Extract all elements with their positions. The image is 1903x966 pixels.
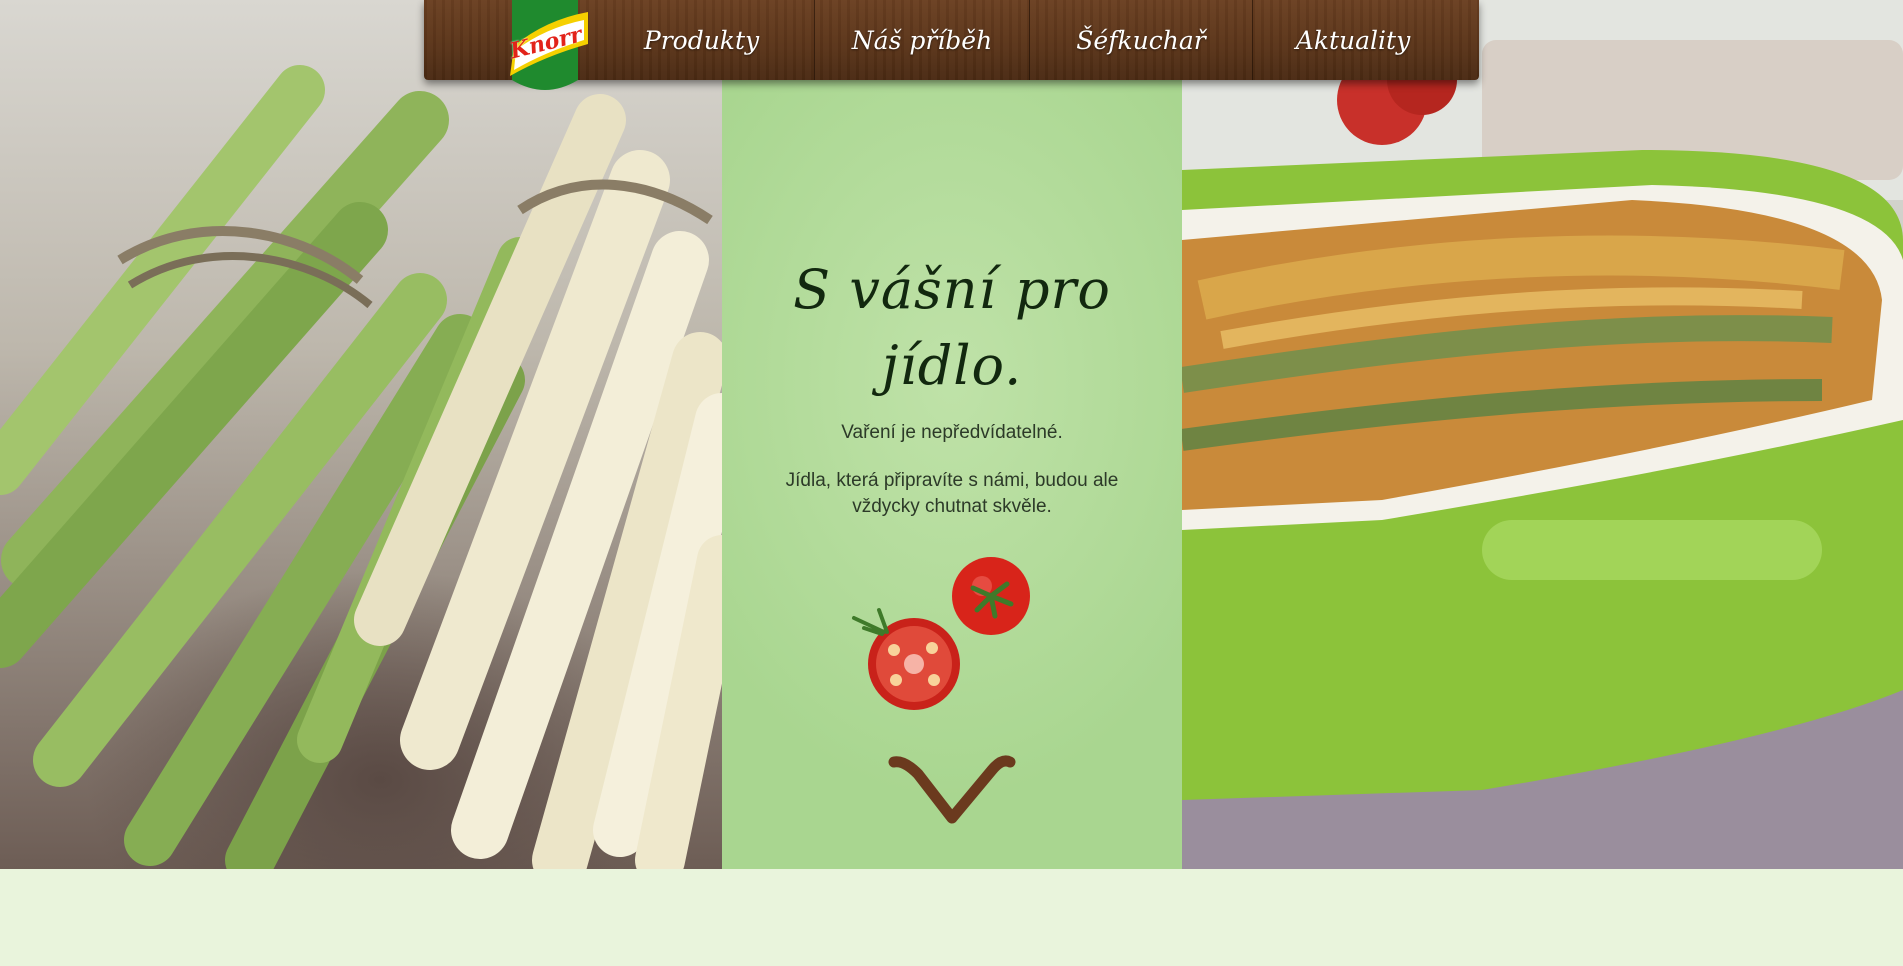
nav-item-aktuality[interactable]: Aktuality bbox=[1253, 0, 1453, 80]
knorr-logo[interactable]: Knorr bbox=[500, 0, 590, 98]
nav-menu: Produkty Náš příběh Šéfkuchař Aktuality bbox=[589, 0, 1453, 80]
chevron-down-icon[interactable] bbox=[884, 752, 1020, 830]
nav-item-nas-pribeh[interactable]: Náš příběh bbox=[815, 0, 1030, 80]
intro-panel: S vášní pro jídlo. Vaření je nepředvídat… bbox=[722, 0, 1182, 869]
asparagus-photo bbox=[0, 0, 722, 869]
hero-section: S vášní pro jídlo. Vaření je nepředvídat… bbox=[0, 0, 1903, 869]
main-navigation: Knorr Produkty Náš příběh Šéfkuchař Aktu… bbox=[424, 0, 1479, 90]
casserole-photo bbox=[1182, 0, 1903, 869]
subtitle-text: Vaření je nepředvídatelné. bbox=[841, 422, 1063, 443]
nav-item-sefkuchar[interactable]: Šéfkuchař bbox=[1030, 0, 1253, 80]
intro-text: Jídla, která připravíte s námi, budou al… bbox=[785, 470, 1119, 517]
headline-line-1: S vášní pro bbox=[793, 258, 1111, 321]
nav-item-produkty[interactable]: Produkty bbox=[589, 0, 815, 80]
page-footer-band bbox=[0, 869, 1903, 966]
headline-line-2: jídlo. bbox=[881, 334, 1023, 397]
tomatoes-illustration bbox=[852, 557, 1030, 710]
page-title: S vášní pro jídlo. bbox=[722, 252, 1182, 404]
